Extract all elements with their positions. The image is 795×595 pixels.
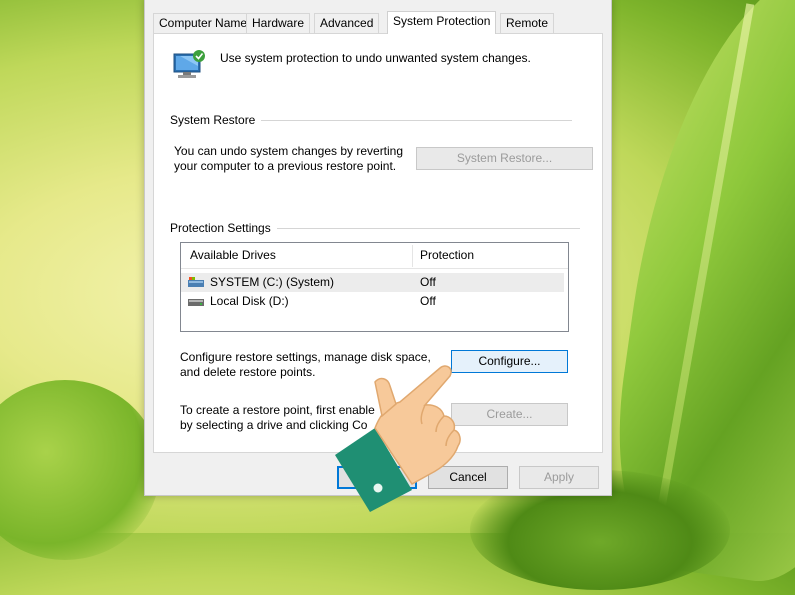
leaf-stem-decoration xyxy=(653,3,755,530)
list-header: Available Drives Protection xyxy=(181,243,568,269)
drive-protection-status: Off xyxy=(420,294,436,308)
protection-settings-group-label: Protection Settings xyxy=(170,221,277,235)
drive-protection-status: Off xyxy=(420,275,436,289)
drive-name: Local Disk (D:) xyxy=(210,294,289,308)
system-restore-description: You can undo system changes by reverting… xyxy=(174,144,404,173)
column-header-available-drives[interactable]: Available Drives xyxy=(190,243,276,268)
local-disk-icon xyxy=(188,299,204,306)
leaf-decoration-right xyxy=(598,0,795,595)
pointing-hand-icon xyxy=(335,365,461,512)
system-restore-group-label: System Restore xyxy=(170,113,262,127)
available-drives-list[interactable]: Available Drives Protection SYSTEM (C:) … xyxy=(180,242,569,332)
column-separator xyxy=(412,245,413,267)
tab-system-protection[interactable]: System Protection xyxy=(387,11,497,34)
tab-advanced[interactable]: Advanced xyxy=(314,13,380,33)
drive-name: SYSTEM (C:) (System) xyxy=(210,275,335,289)
apply-button[interactable]: Apply xyxy=(519,466,599,489)
system-protection-icon xyxy=(173,50,205,78)
drive-row[interactable]: SYSTEM (C:) (System) Off xyxy=(181,273,564,292)
drive-row[interactable]: Local Disk (D:) Off xyxy=(181,292,564,311)
tab-remote[interactable]: Remote xyxy=(500,13,555,33)
column-header-protection[interactable]: Protection xyxy=(420,243,474,268)
tab-hardware[interactable]: Hardware xyxy=(246,13,311,33)
system-restore-button[interactable]: System Restore... xyxy=(416,147,593,170)
intro-text: Use system protection to undo unwanted s… xyxy=(220,51,531,65)
tab-computer-name[interactable]: Computer Name xyxy=(153,13,254,33)
system-drive-icon xyxy=(188,277,204,287)
leaf-decoration-left xyxy=(0,380,160,560)
